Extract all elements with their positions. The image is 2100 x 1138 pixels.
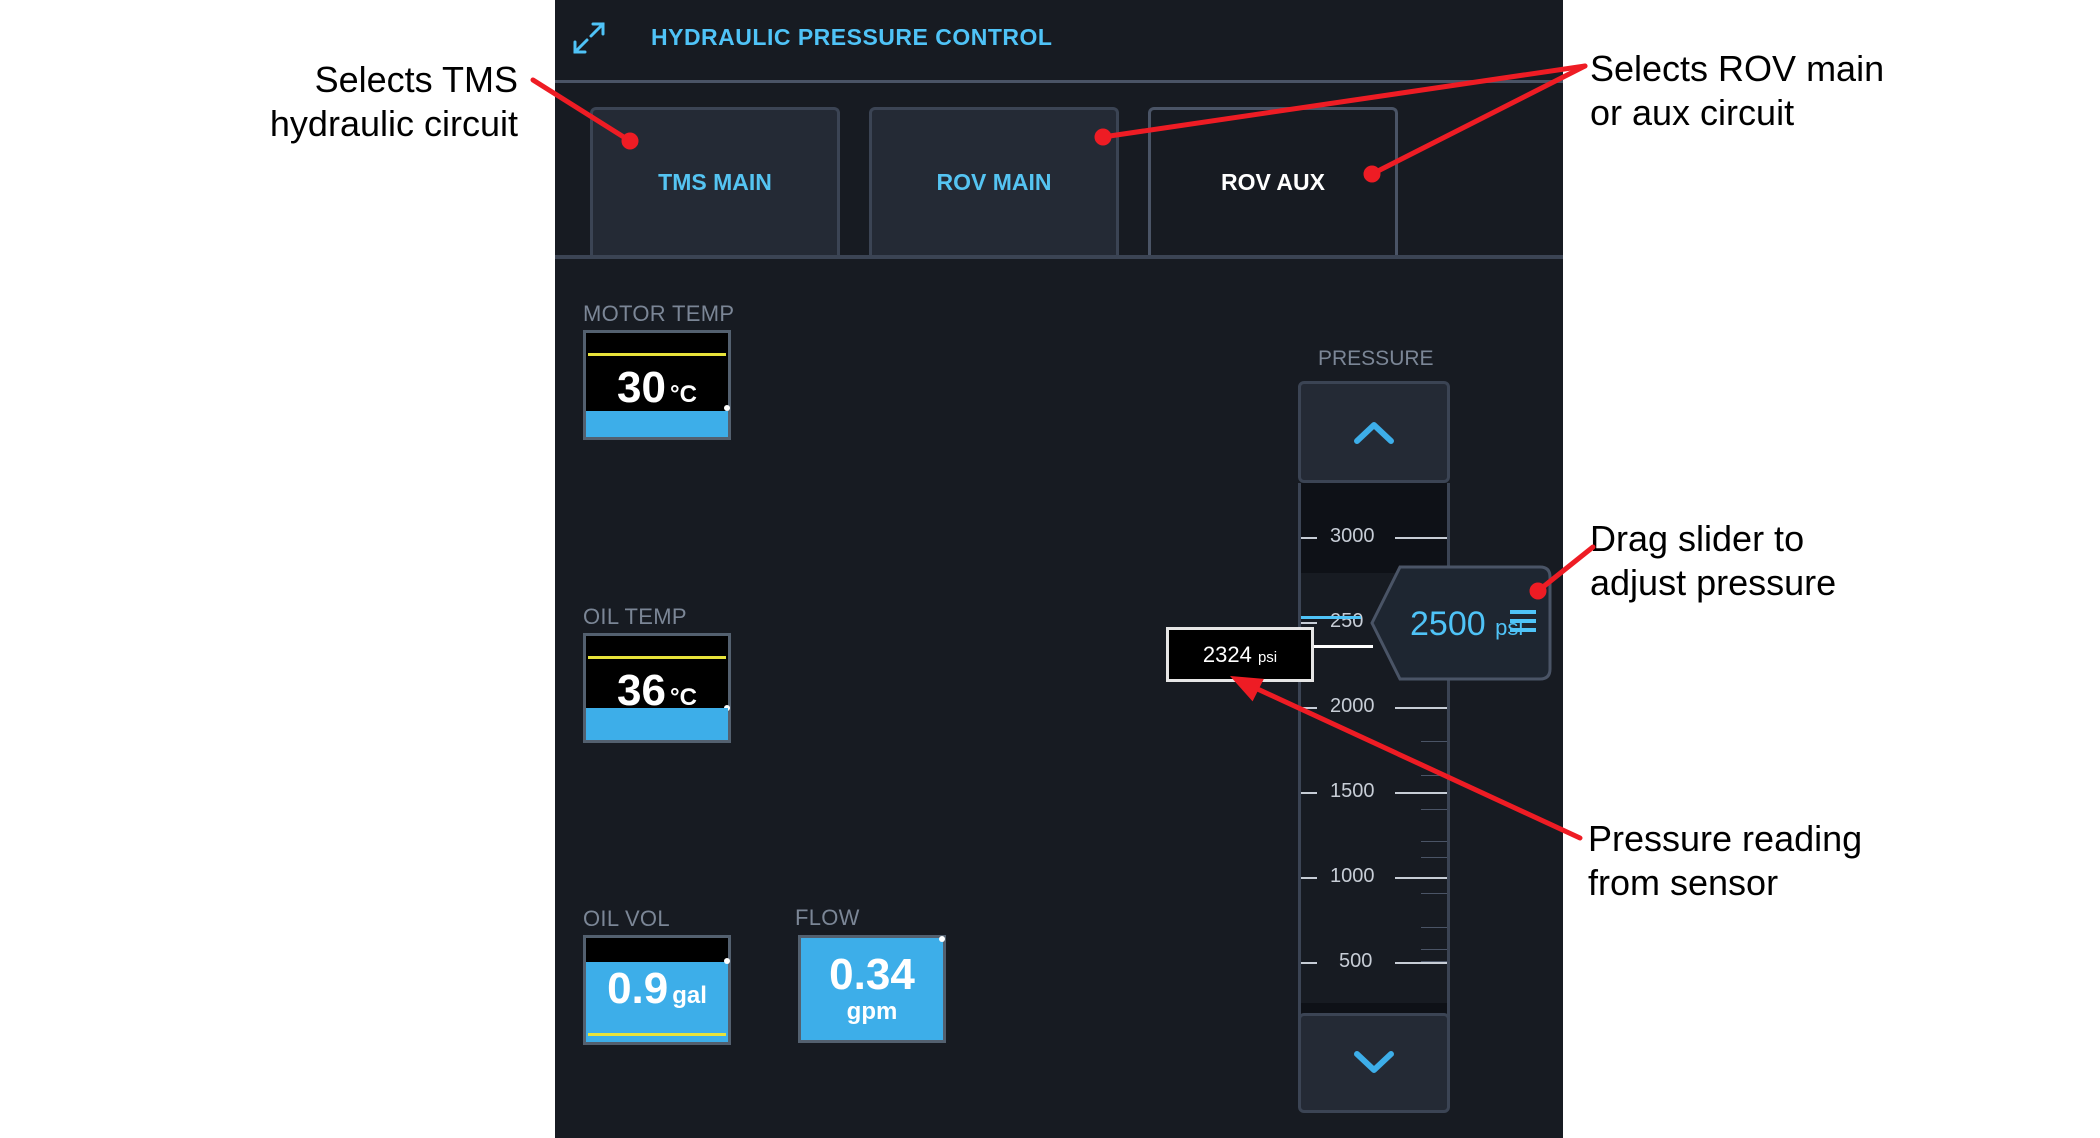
arrow-reading — [1235, 677, 1583, 841]
arrow-tms — [530, 77, 633, 144]
arrow-dot — [621, 132, 639, 150]
arrow-dot — [1363, 165, 1381, 183]
arrow-slider — [1535, 544, 1596, 594]
arrow-head — [1229, 675, 1264, 702]
annotation-arrows — [530, 63, 1596, 841]
arrow-dot — [1094, 128, 1112, 146]
arrow-dot — [1529, 582, 1547, 600]
